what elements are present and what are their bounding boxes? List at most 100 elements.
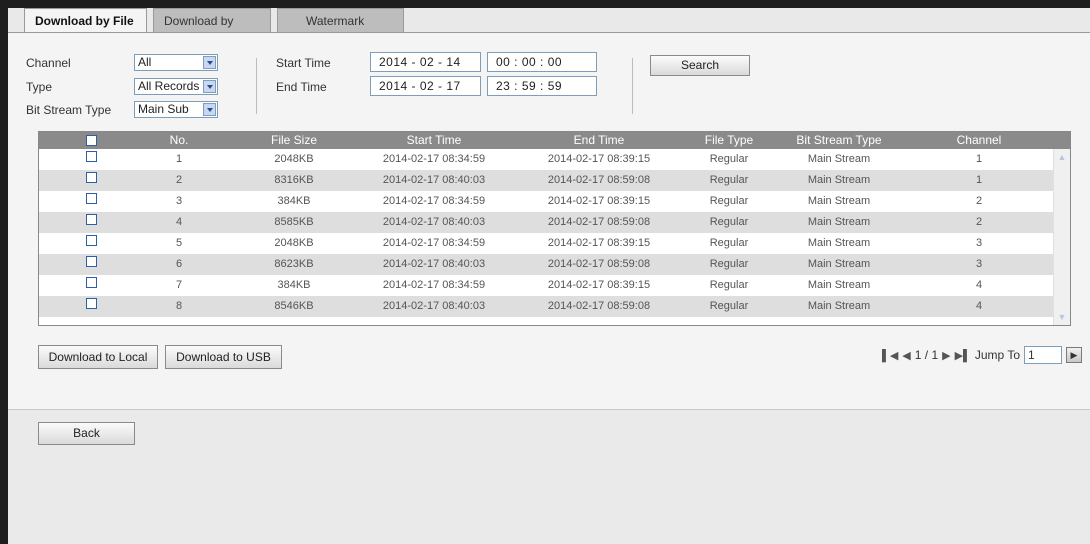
cell-file-type: Regular: [709, 237, 749, 249]
start-time-input[interactable]: 00 : 00 : 00: [487, 52, 597, 72]
cell-end-time: 2014-02-17 08:59:08: [547, 300, 651, 312]
table-row[interactable]: 3 384KB 2014-02-17 08:34:59 2014-02-17 0…: [39, 191, 1054, 212]
cell-end-time: 2014-02-17 08:39:15: [547, 195, 651, 207]
cell-no: 2: [175, 174, 183, 186]
back-button[interactable]: Back: [38, 422, 135, 445]
table-header: No. File Size Start Time End Time File T…: [39, 132, 1070, 149]
cell-file-size: 8585KB: [274, 216, 314, 228]
row-checkbox[interactable]: [86, 235, 97, 246]
col-no: No.: [169, 133, 189, 147]
cell-file-type: Regular: [709, 174, 749, 186]
cell-channel: 1: [975, 174, 983, 186]
table-row[interactable]: 4 8585KB 2014-02-17 08:40:03 2014-02-17 …: [39, 212, 1054, 233]
channel-select[interactable]: All: [134, 54, 218, 71]
cell-file-size: 384KB: [277, 195, 311, 207]
bitstream-select[interactable]: Main Sub: [134, 101, 218, 118]
prev-page-icon[interactable]: ◀: [902, 349, 910, 362]
cell-start-time: 2014-02-17 08:34:59: [382, 195, 486, 207]
search-button[interactable]: Search: [650, 55, 750, 76]
last-page-icon[interactable]: ▶▌: [955, 349, 971, 362]
cell-file-size: 8316KB: [274, 174, 314, 186]
cell-end-time: 2014-02-17 08:59:08: [547, 258, 651, 270]
scroll-up-icon[interactable]: ▲: [1056, 151, 1068, 163]
tab-download-by-file[interactable]: Download by File: [24, 8, 147, 32]
cell-no: 5: [175, 237, 183, 249]
cell-start-time: 2014-02-17 08:40:03: [382, 174, 486, 186]
cell-end-time: 2014-02-17 08:59:08: [547, 174, 651, 186]
cell-no: 7: [175, 279, 183, 291]
cell-no: 3: [175, 195, 183, 207]
row-checkbox[interactable]: [86, 256, 97, 267]
type-select[interactable]: All Records: [134, 78, 218, 95]
cell-bit-stream-type: Main Stream: [807, 279, 871, 291]
cell-file-size: 2048KB: [274, 153, 314, 165]
go-icon[interactable]: ▶: [1066, 347, 1082, 363]
chevron-down-icon: [203, 80, 216, 93]
cell-bit-stream-type: Main Stream: [807, 258, 871, 270]
cell-bit-stream-type: Main Stream: [807, 195, 871, 207]
cell-file-size: 2048KB: [274, 237, 314, 249]
end-time-input[interactable]: 23 : 59 : 59: [487, 76, 597, 96]
cell-file-type: Regular: [709, 195, 749, 207]
download-to-usb-button[interactable]: Download to USB: [165, 345, 282, 369]
row-checkbox[interactable]: [86, 172, 97, 183]
file-table: No. File Size Start Time End Time File T…: [38, 131, 1071, 326]
download-to-local-button[interactable]: Download to Local: [38, 345, 158, 369]
bottom-area: [8, 409, 1090, 544]
table-row[interactable]: 2 8316KB 2014-02-17 08:40:03 2014-02-17 …: [39, 170, 1054, 191]
cell-channel: 2: [975, 216, 983, 228]
jump-to-input[interactable]: 1: [1024, 346, 1062, 364]
start-date-input[interactable]: 2014 - 02 - 14: [370, 52, 481, 72]
type-select-value: All Records: [138, 79, 200, 93]
cell-channel: 3: [975, 237, 983, 249]
row-checkbox[interactable]: [86, 151, 97, 162]
tab-download-by-time[interactable]: Download by Time: [153, 8, 271, 52]
chevron-down-icon: [203, 56, 216, 69]
col-file-size: File Size: [270, 133, 317, 147]
cell-file-type: Regular: [709, 216, 749, 228]
cell-channel: 2: [975, 195, 983, 207]
col-bit-stream-type: Bit Stream Type: [796, 133, 882, 147]
table-row[interactable]: 7 384KB 2014-02-17 08:34:59 2014-02-17 0…: [39, 275, 1054, 296]
cell-end-time: 2014-02-17 08:39:15: [547, 279, 651, 291]
scroll-down-icon[interactable]: ▼: [1056, 311, 1068, 323]
divider: [632, 58, 633, 114]
start-time-label: Start Time: [276, 56, 331, 70]
cell-no: 6: [175, 258, 183, 270]
col-channel: Channel: [956, 133, 1002, 147]
table-row[interactable]: 8 8546KB 2014-02-17 08:40:03 2014-02-17 …: [39, 296, 1054, 317]
end-time-label: End Time: [276, 80, 327, 94]
bitstream-select-value: Main Sub: [138, 102, 189, 116]
type-label: Type: [26, 80, 53, 94]
channel-label: Channel: [26, 56, 71, 70]
cell-start-time: 2014-02-17 08:40:03: [382, 216, 486, 228]
cell-file-type: Regular: [709, 153, 749, 165]
row-checkbox[interactable]: [86, 214, 97, 225]
table-row[interactable]: 6 8623KB 2014-02-17 08:40:03 2014-02-17 …: [39, 254, 1054, 275]
table-row[interactable]: 5 2048KB 2014-02-17 08:34:59 2014-02-17 …: [39, 233, 1054, 254]
cell-no: 4: [175, 216, 183, 228]
cell-no: 8: [175, 300, 183, 312]
row-checkbox[interactable]: [86, 277, 97, 288]
select-all-checkbox[interactable]: [86, 135, 97, 146]
jump-to-label: Jump To: [974, 348, 1020, 362]
cell-bit-stream-type: Main Stream: [807, 174, 871, 186]
cell-start-time: 2014-02-17 08:40:03: [382, 258, 486, 270]
tab-watermark[interactable]: Watermark: [277, 8, 404, 32]
cell-file-type: Regular: [709, 279, 749, 291]
cell-no: 1: [175, 153, 183, 165]
cell-start-time: 2014-02-17 08:40:03: [382, 300, 486, 312]
table-row[interactable]: 1 2048KB 2014-02-17 08:34:59 2014-02-17 …: [39, 149, 1054, 170]
cell-start-time: 2014-02-17 08:34:59: [382, 279, 486, 291]
pagination: ▌◀ ◀ 1 / 1 ▶ ▶▌ Jump To 1 ▶: [882, 345, 1082, 365]
first-page-icon[interactable]: ▌◀: [882, 349, 898, 362]
table-scrollbar[interactable]: ▲ ▼: [1053, 149, 1070, 325]
row-checkbox[interactable]: [86, 298, 97, 309]
row-checkbox[interactable]: [86, 193, 97, 204]
cell-bit-stream-type: Main Stream: [807, 300, 871, 312]
next-page-icon[interactable]: ▶: [942, 349, 950, 362]
cell-file-type: Regular: [709, 300, 749, 312]
end-date-input[interactable]: 2014 - 02 - 17: [370, 76, 481, 96]
cell-bit-stream-type: Main Stream: [807, 216, 871, 228]
col-start-time: Start Time: [406, 133, 462, 147]
